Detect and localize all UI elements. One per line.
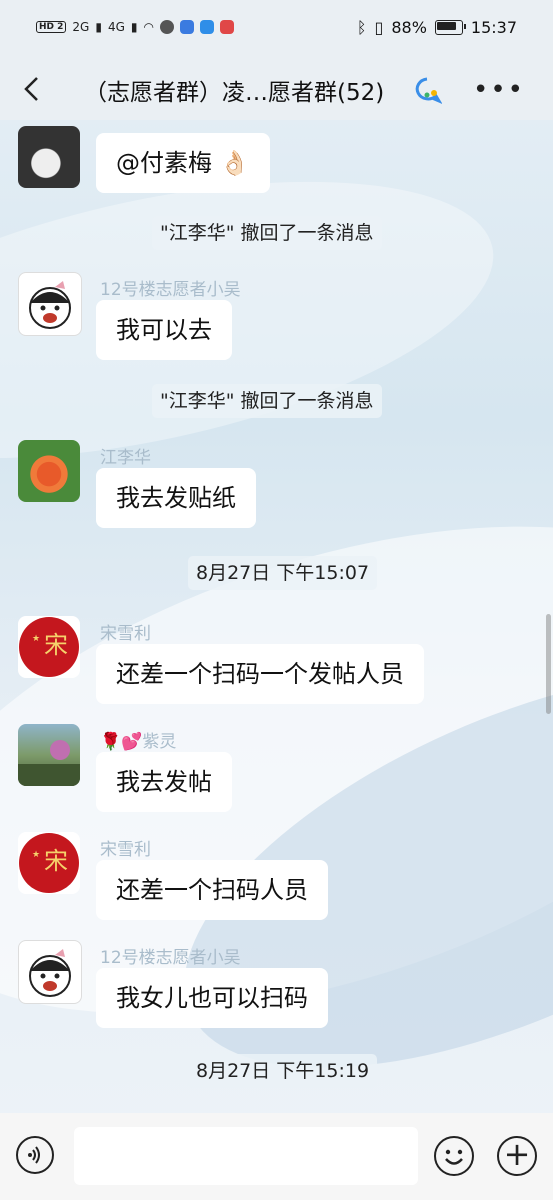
- message-bubble[interactable]: 还差一个扫码一个发帖人员: [96, 644, 424, 704]
- cloud-app-icon: [199, 20, 214, 34]
- message-bubble[interactable]: 我去发帖: [96, 752, 232, 812]
- message-bubble[interactable]: 我女儿也可以扫码: [96, 968, 328, 1028]
- sender-name: 江李华: [100, 448, 151, 468]
- more-dots-icon[interactable]: •••: [473, 75, 525, 105]
- battery-percent: 88%: [391, 18, 427, 37]
- girl-avatar[interactable]: [18, 272, 82, 336]
- clock: 15:37: [470, 18, 517, 37]
- message-bubble[interactable]: @付素梅 👌🏻: [96, 133, 270, 193]
- sender-name: 宋雪利: [100, 840, 151, 860]
- status-bar: HD 2 2G ▮ 4G ▮ ◠ ᛒ ▯ 88% 15:37: [0, 0, 553, 60]
- signal-2g-label: 2G: [72, 20, 90, 34]
- bluetooth-icon: ᛒ: [356, 18, 367, 37]
- message-bubble[interactable]: 还差一个扫码人员: [96, 860, 328, 920]
- message-input[interactable]: [74, 1127, 418, 1185]
- rose-avatar[interactable]: [18, 724, 80, 786]
- hd-indicator: HD 2: [36, 21, 67, 33]
- plus-icon[interactable]: +: [497, 1136, 537, 1176]
- timestamp-label: 8月27日 下午15:19: [188, 1054, 378, 1088]
- chat-header: （志愿者群）凌…愿者群(52) •••: [0, 60, 553, 120]
- battery-icon: [434, 20, 466, 35]
- system-notice: "江李华" 撤回了一条消息: [152, 384, 382, 418]
- svg-text:宋: 宋: [44, 631, 68, 659]
- wifi-icon: ◠: [143, 20, 154, 34]
- cloud-app-icon: [179, 20, 194, 34]
- vibrate-icon: ▯: [374, 18, 384, 37]
- sender-name: 🌹💕紫灵: [100, 732, 177, 752]
- girl-avatar[interactable]: [18, 940, 82, 1004]
- sender-name: 12号楼志愿者小吴: [100, 948, 241, 968]
- chat-title[interactable]: （志愿者群）凌…愿者群(52): [84, 73, 384, 107]
- sender-name: 12号楼志愿者小吴: [100, 280, 241, 300]
- song-avatar[interactable]: 宋 ★: [18, 616, 80, 678]
- voice-icon[interactable]: [16, 1136, 54, 1174]
- scrollbar[interactable]: [546, 614, 551, 714]
- system-notice: "江李华" 撤回了一条消息: [152, 216, 382, 250]
- group-chat-icon[interactable]: [412, 76, 443, 105]
- song-avatar[interactable]: 宋 ★: [18, 832, 80, 894]
- app-icon: [159, 20, 174, 34]
- moon-avatar[interactable]: [18, 126, 80, 188]
- signal-icon: ▮: [130, 20, 138, 34]
- signal-icon: ▮: [95, 20, 102, 34]
- message-bubble[interactable]: 我去发贴纸: [96, 468, 256, 528]
- signal-4g-label: 4G: [107, 20, 125, 34]
- svg-text:宋: 宋: [44, 847, 68, 875]
- gift-app-icon: [219, 20, 234, 34]
- timestamp-label: 8月27日 下午15:07: [188, 556, 378, 590]
- emoji-icon[interactable]: [434, 1136, 474, 1176]
- svg-text:★: ★: [32, 634, 40, 644]
- message-bubble[interactable]: 我可以去: [96, 300, 232, 360]
- chevron-left-icon[interactable]: [18, 74, 48, 104]
- flower-avatar[interactable]: [18, 440, 80, 502]
- svg-text:★: ★: [32, 850, 40, 860]
- input-bar: +: [0, 1113, 553, 1200]
- sender-name: 宋雪利: [100, 624, 151, 644]
